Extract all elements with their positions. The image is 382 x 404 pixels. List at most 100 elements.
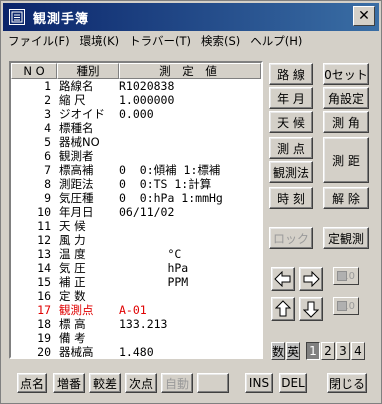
row-value[interactable]: 0 0:hPa 1:mmHg — [119, 191, 261, 205]
close-window-button[interactable]: ✕ — [353, 6, 375, 26]
route-button[interactable]: 路 線 — [269, 63, 313, 85]
counter-bottom-square-icon — [337, 301, 347, 311]
arrow-up-button[interactable] — [271, 297, 295, 321]
table-row[interactable]: 14 気 圧 hPa — [11, 261, 261, 275]
time-button[interactable]: 時 刻 — [269, 187, 313, 209]
height-diff-button[interactable]: 較差 — [89, 373, 121, 393]
point-name-button[interactable]: 点名 — [17, 373, 47, 393]
zero-set-button[interactable]: 0セット — [323, 63, 369, 85]
arrow-left-button[interactable] — [271, 267, 295, 291]
row-number: 3 — [44, 107, 51, 121]
measure-angle-button[interactable]: 測 角 — [323, 111, 369, 133]
mode-key-alpha[interactable]: 英 — [286, 342, 300, 360]
close-button[interactable]: 閉じる — [327, 373, 367, 393]
row-kind: ジオイド — [59, 107, 105, 121]
year-month-button[interactable]: 年 月 — [269, 87, 313, 109]
table-row[interactable]: 9 気圧種 0 0:hPa 1:mmHg — [11, 191, 261, 205]
row-value[interactable]: 1.480 — [119, 345, 261, 357]
arrow-right-button[interactable] — [299, 267, 323, 291]
row-value[interactable] — [119, 331, 261, 345]
row-kind: 器械NO — [59, 135, 100, 149]
table-row[interactable]: 5 器械NO — [11, 135, 261, 149]
row-value[interactable]: 0 0:傾補 1:標補 — [119, 163, 261, 177]
row-value[interactable]: hPa — [119, 261, 261, 275]
column-header-kind[interactable]: 種別 — [57, 63, 119, 79]
menu-search[interactable]: 検索(S) — [196, 33, 245, 49]
row-value[interactable] — [119, 289, 261, 303]
table-row[interactable]: 19 備 考 — [11, 331, 261, 345]
table-row[interactable]: 18 標 高 133.213 — [11, 317, 261, 331]
increment-button[interactable]: 増番 — [53, 373, 85, 393]
counter-top-button[interactable]: 10 — [333, 267, 359, 285]
insert-button[interactable]: INS — [245, 373, 273, 393]
table-row[interactable]: 10 年月日 06/11/02 — [11, 205, 261, 219]
row-value[interactable]: 133.213 — [119, 317, 261, 331]
row-value[interactable]: PPM — [119, 275, 261, 289]
table-row[interactable]: 17 観測点 A-01 — [11, 303, 261, 317]
weather-button[interactable]: 天 候 — [269, 111, 313, 133]
row-value[interactable]: 1.000000 — [119, 93, 261, 107]
app-notebook-icon — [9, 9, 25, 25]
row-value[interactable]: A-01 — [119, 303, 261, 317]
table-row[interactable]: 3 ジオイド 0.000 — [11, 107, 261, 121]
mode-key-numeric[interactable]: 数 — [271, 342, 285, 360]
row-value[interactable] — [119, 149, 261, 163]
counter-bottom-button[interactable]: 10 — [333, 297, 359, 315]
point-button[interactable]: 測 点 — [269, 137, 313, 159]
table-row[interactable]: 15 補 正 PPM — [11, 275, 261, 289]
row-value[interactable]: R1020838 — [119, 79, 261, 93]
table-row[interactable]: 4 標種名 — [11, 121, 261, 135]
mode-key-1[interactable]: 1 — [306, 342, 320, 360]
row-value[interactable] — [119, 233, 261, 247]
row-value[interactable] — [119, 219, 261, 233]
menu-traverse[interactable]: トラバー(T) — [124, 33, 196, 49]
table-row[interactable]: 13 温 度 °C — [11, 247, 261, 261]
row-kind: 器械高 — [59, 345, 94, 359]
release-button[interactable]: 解 除 — [323, 187, 369, 209]
row-number: 4 — [44, 121, 51, 135]
row-kind: 測距法 — [59, 177, 94, 191]
mode-key-4[interactable]: 4 — [351, 342, 365, 360]
arrow-down-button[interactable] — [299, 297, 323, 321]
row-value[interactable]: 06/11/02 — [119, 205, 261, 219]
column-header-value[interactable]: 測 定 値 — [119, 63, 261, 79]
row-number: 7 — [44, 163, 51, 177]
row-kind: 縮 尺 — [59, 93, 86, 107]
table-row[interactable]: 7 標高補 0 0:傾補 1:標補 — [11, 163, 261, 177]
mode-key-2[interactable]: 2 — [321, 342, 335, 360]
table-row[interactable]: 12 風 力 — [11, 233, 261, 247]
row-value[interactable] — [119, 135, 261, 149]
fixed-observation-button[interactable]: 定観測 — [323, 227, 369, 249]
blank-button[interactable] — [197, 373, 229, 393]
row-value[interactable]: 0.000 — [119, 107, 261, 121]
menu-help[interactable]: ヘルプ(H) — [245, 33, 307, 49]
table-row[interactable]: 6 観測者 — [11, 149, 261, 163]
table-row[interactable]: 11 天 候 — [11, 219, 261, 233]
counter-top-square-icon — [337, 271, 347, 281]
row-kind: 標種名 — [59, 121, 94, 135]
mode-key-3[interactable]: 3 — [336, 342, 350, 360]
row-number: 13 — [37, 247, 51, 261]
row-value[interactable] — [119, 121, 261, 135]
angle-set-button[interactable]: 角設定 — [323, 87, 369, 109]
observation-list[interactable]: N O 種別 測 定 値 1 路線名 R1020838 2 縮 尺 1.000000 3 ジオ… — [9, 61, 263, 359]
table-row[interactable]: 16 定 数 — [11, 289, 261, 303]
row-value[interactable]: 0 0:TS 1:計算 — [119, 177, 261, 191]
row-number: 11 — [37, 219, 51, 233]
next-point-button[interactable]: 次点 — [125, 373, 157, 393]
observation-method-button[interactable]: 観測法 — [269, 161, 313, 183]
auto-button[interactable]: 自動 — [161, 373, 193, 393]
delete-button[interactable]: DEL — [279, 373, 307, 393]
menu-environment[interactable]: 環境(K) — [75, 33, 125, 49]
table-row[interactable]: 2 縮 尺 1.000000 — [11, 93, 261, 107]
table-row[interactable]: 1 路線名 R1020838 — [11, 79, 261, 93]
row-kind: 路線名 — [59, 79, 94, 93]
table-row[interactable]: 8 測距法 0 0:TS 1:計算 — [11, 177, 261, 191]
row-value[interactable]: °C — [119, 247, 261, 261]
measure-distance-button[interactable]: 測 距 — [323, 137, 369, 183]
column-header-no[interactable]: N O — [11, 63, 57, 79]
arrow-up-icon — [275, 300, 291, 317]
menu-file[interactable]: ファイル(F) — [3, 33, 75, 49]
table-row[interactable]: 20 器械高 1.480 — [11, 345, 261, 359]
lock-button[interactable]: ロック — [269, 227, 313, 249]
